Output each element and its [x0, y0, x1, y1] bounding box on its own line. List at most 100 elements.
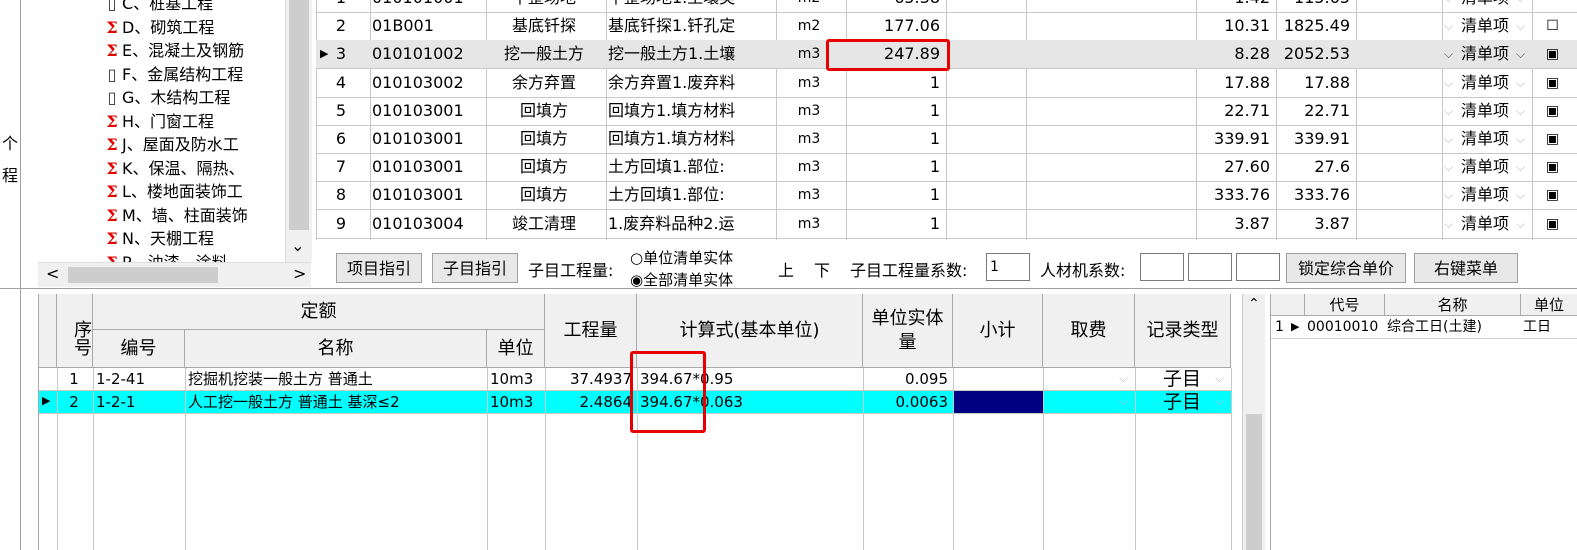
- tree-item-label: K、保温、隔热、: [122, 158, 245, 178]
- chevron-up-icon[interactable]: ⌃: [1248, 296, 1260, 312]
- tree-scroll-thumb[interactable]: [289, 0, 309, 230]
- dropdown-arrow-icon[interactable]: ⌵: [1516, 97, 1525, 125]
- cell-unit: m2: [797, 18, 821, 35]
- tree-item[interactable]: Σ L、楼地面装饰工: [102, 180, 243, 204]
- cell-name: 基底钎探: [511, 16, 576, 36]
- right-menu-button[interactable]: 右键菜单: [1414, 253, 1518, 283]
- right-header-name: 名称: [1385, 294, 1521, 316]
- cell-check[interactable]: ▣: [1534, 97, 1571, 125]
- dropdown-arrow-icon[interactable]: ⌵: [1444, 210, 1453, 238]
- cell-check[interactable]: ▣: [1534, 125, 1571, 153]
- dropdown-arrow-icon[interactable]: ⌵: [1444, 125, 1453, 153]
- tree-item[interactable]: Σ H、门窗工程: [102, 110, 214, 134]
- dropdown-arrow-icon[interactable]: ⌵: [1444, 0, 1453, 12]
- labor-coef-input-2[interactable]: [1188, 253, 1232, 281]
- bottom-table-scrollbar[interactable]: ⌃: [1242, 294, 1265, 550]
- item-guide-button[interactable]: 项目指引: [336, 253, 422, 283]
- cell-total: 339.91: [1294, 129, 1350, 148]
- dropdown-arrow-icon[interactable]: ⌵: [1516, 153, 1525, 181]
- cell-type[interactable]: 清单项: [1444, 181, 1526, 209]
- coef-input[interactable]: 1: [986, 253, 1030, 281]
- sigma-icon: Σ: [106, 111, 118, 131]
- labor-coef-input-3[interactable]: [1236, 253, 1280, 281]
- cell-check[interactable]: ▣: [1534, 181, 1571, 209]
- cell-type[interactable]: 子目: [1138, 391, 1226, 413]
- tree-horizontal-scrollbar[interactable]: < >: [38, 262, 311, 287]
- cell-check[interactable]: ▣: [1534, 69, 1571, 97]
- dropdown-arrow-icon[interactable]: ⌵: [1444, 12, 1453, 40]
- cell-type[interactable]: 清单项: [1444, 40, 1526, 68]
- dropdown-arrow-icon[interactable]: ⌵: [1516, 0, 1525, 12]
- dropdown-arrow-icon[interactable]: ⌵: [1444, 153, 1453, 181]
- tree-item[interactable]: ▯ C、桩基工程: [102, 0, 214, 16]
- dropdown-arrow-icon[interactable]: ⌵: [1516, 181, 1525, 209]
- cell-desc: 平整场地1.土壤类: [608, 0, 770, 12]
- dropdown-arrow-icon[interactable]: ⌵: [1516, 12, 1525, 40]
- dropdown-arrow-icon[interactable]: ⌵: [1516, 125, 1525, 153]
- radio-all-entity[interactable]: ◉全部清单实体: [630, 269, 733, 290]
- tree-item[interactable]: Σ K、保温、隔热、: [102, 157, 245, 181]
- cell-check[interactable]: ☐: [1534, 12, 1571, 40]
- dropdown-arrow-icon[interactable]: ⌵: [1444, 40, 1453, 68]
- cell-type[interactable]: 清单项: [1444, 125, 1526, 153]
- down-button[interactable]: 下: [814, 257, 830, 281]
- cell-price: 17.88: [1224, 72, 1270, 92]
- cell-desc: 土方回填1.部位:: [608, 185, 725, 205]
- document-icon: ▯: [107, 88, 117, 107]
- tree-item-label: C、桩基工程: [122, 0, 214, 13]
- header-subtotal: 小计: [953, 294, 1043, 368]
- dropdown-arrow-icon[interactable]: ⌵: [1215, 371, 1224, 386]
- cell-unit: m3: [797, 187, 821, 204]
- dropdown-arrow-icon[interactable]: ⌵: [1444, 97, 1453, 125]
- dropdown-arrow-icon[interactable]: ⌵: [1516, 40, 1525, 68]
- highlight-box-formula: [630, 351, 706, 433]
- tree-item[interactable]: Σ E、混凝土及钢筋: [102, 39, 244, 63]
- labor-coef-input-1[interactable]: [1140, 253, 1184, 281]
- cell-name: 竣工清理: [511, 213, 576, 233]
- cell-num: 6: [335, 129, 347, 148]
- cell-type[interactable]: 清单项: [1444, 153, 1526, 181]
- cell-type[interactable]: 清单项: [1444, 0, 1526, 12]
- cell-type[interactable]: 清单项: [1444, 97, 1526, 125]
- cell-type[interactable]: 子目: [1138, 368, 1226, 390]
- cell-code: 010101002: [372, 44, 464, 64]
- bottom-scroll-thumb[interactable]: [1246, 414, 1262, 550]
- cell-unit_qty: 0.095: [905, 370, 948, 388]
- lock-price-button[interactable]: 锁定综合单价: [1286, 253, 1406, 283]
- dropdown-arrow-icon[interactable]: ⌵: [1516, 210, 1525, 238]
- subtotal-selected-cell[interactable]: [953, 391, 1043, 413]
- tree-item[interactable]: Σ D、砌筑工程: [102, 16, 214, 40]
- cell-code: 1-2-41: [96, 370, 145, 388]
- chevron-down-icon[interactable]: ⌄: [291, 236, 304, 255]
- dropdown-arrow-icon[interactable]: ⌵: [1444, 69, 1453, 97]
- chevron-right-icon[interactable]: >: [293, 264, 306, 283]
- tree-item[interactable]: Σ N、天棚工程: [102, 227, 214, 251]
- dropdown-arrow-icon[interactable]: ⌵: [1119, 394, 1128, 409]
- cell-type[interactable]: 清单项: [1444, 12, 1526, 40]
- sub-guide-button[interactable]: 子目指引: [432, 253, 518, 283]
- cell-check[interactable]: ▣: [1534, 210, 1571, 238]
- tree-item[interactable]: ▯ F、金属结构工程: [102, 63, 244, 87]
- cell-type[interactable]: 清单项: [1444, 210, 1526, 238]
- tree-item[interactable]: Σ J、屋面及防水工: [102, 133, 238, 157]
- tree-item[interactable]: Σ P、油漆、涂料: [102, 251, 227, 263]
- cell-qty: 1: [929, 185, 940, 205]
- cell-check[interactable]: ▣: [1534, 153, 1571, 181]
- up-button[interactable]: 上: [778, 257, 794, 281]
- tree-item[interactable]: Σ M、墙、柱面装饰: [102, 204, 247, 228]
- cell-qty: 37.4937: [569, 370, 632, 388]
- cell-qty: 2.4864: [579, 393, 633, 411]
- chevron-left-icon[interactable]: <: [46, 264, 59, 283]
- right-table-row[interactable]: 1 ▶ 00010010 综合工日(土建) 工日: [1271, 316, 1577, 339]
- dropdown-arrow-icon[interactable]: ⌵: [1444, 181, 1453, 209]
- tree-item[interactable]: ▯ G、木结构工程: [102, 86, 231, 110]
- radio-unit-entity[interactable]: ○单位清单实体: [630, 247, 733, 268]
- tree-vertical-scrollbar[interactable]: ⌄: [285, 0, 312, 262]
- cell-type[interactable]: 清单项: [1444, 69, 1526, 97]
- dropdown-arrow-icon[interactable]: ⌵: [1215, 394, 1224, 409]
- dropdown-arrow-icon[interactable]: ⌵: [1516, 69, 1525, 97]
- cell-check[interactable]: ▣: [1534, 40, 1571, 68]
- cell-num: 7: [335, 157, 347, 177]
- dropdown-arrow-icon[interactable]: ⌵: [1119, 371, 1128, 386]
- tree-hscroll-thumb[interactable]: [68, 267, 218, 283]
